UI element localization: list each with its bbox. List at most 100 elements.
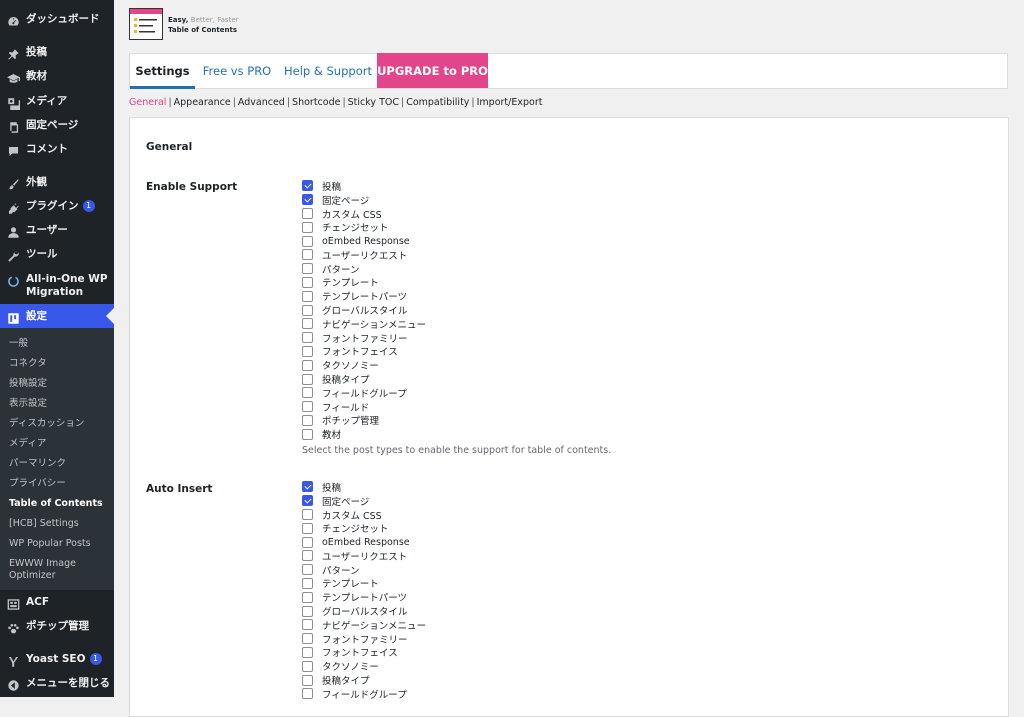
checkbox-option[interactable]: フォントフェイス [302, 345, 426, 358]
checkbox-unchecked[interactable] [302, 633, 313, 645]
checkbox-option[interactable]: ユーザーリクエスト [302, 248, 426, 262]
checkbox-unchecked[interactable] [302, 564, 313, 576]
submenu-item-hcb-settings[interactable]: [HCB] Settings [9, 518, 79, 530]
checkbox-option[interactable]: ユーザーリクエスト [302, 549, 426, 563]
submenu-item-media[interactable]: メディア [9, 438, 46, 450]
sidebar-item-pochipp[interactable]: ポチップ管理 [0, 620, 114, 635]
checkbox-option[interactable]: 固定ページ [302, 494, 426, 508]
checkbox-unchecked[interactable] [302, 401, 313, 413]
submenu-item-writing[interactable]: 投稿設定 [9, 378, 47, 390]
checkbox-checked[interactable] [302, 481, 313, 493]
checkbox-unchecked[interactable] [302, 221, 313, 233]
checkbox-unchecked[interactable] [302, 235, 313, 247]
submenu-item-connectors[interactable]: コネクタ [9, 358, 47, 370]
checkbox-unchecked[interactable] [302, 290, 313, 302]
tab-upgrade-to-pro[interactable]: UPGRADE to PRO [377, 53, 488, 88]
checkbox-option[interactable]: ナビゲーションメニュー [302, 317, 426, 331]
sidebar-item-posts[interactable]: 投稿 [0, 46, 114, 61]
checkbox-unchecked[interactable] [302, 591, 313, 603]
sidebar-item-dashboard[interactable]: ダッシュボード [0, 13, 114, 28]
submenu-item-privacy[interactable]: プライバシー [9, 478, 66, 490]
subnav-sticky-toc[interactable]: Sticky TOC [348, 97, 399, 108]
subnav-import-export[interactable]: Import/Export [477, 97, 543, 108]
sidebar-item-plugins[interactable]: プラグイン 1 [0, 200, 114, 215]
checkbox-unchecked[interactable] [302, 550, 313, 562]
sidebar-item-migration[interactable]: All-in-One WP Migration [0, 273, 114, 299]
checkbox-unchecked[interactable] [302, 345, 313, 357]
submenu-item-general[interactable]: 一般 [9, 338, 28, 350]
checkbox-unchecked[interactable] [302, 249, 313, 261]
checkbox-option[interactable]: グローバルスタイル [302, 303, 426, 317]
submenu-item-discussion[interactable]: ディスカッション [9, 418, 84, 430]
subnav-general[interactable]: General [129, 97, 166, 108]
submenu-item-table-of-contents[interactable]: Table of Contents [9, 498, 103, 510]
checkbox-option[interactable]: テンプレート [302, 276, 426, 289]
submenu-item-ewww[interactable]: EWWW Image Optimizer [9, 558, 105, 582]
checkbox-option[interactable]: 投稿タイプ [302, 372, 426, 386]
checkbox-option[interactable]: 固定ページ [302, 193, 426, 207]
checkbox-option[interactable]: パターン [302, 563, 426, 577]
checkbox-option[interactable]: テンプレートパーツ [302, 590, 426, 604]
checkbox-option[interactable]: ナビゲーションメニュー [302, 618, 426, 632]
sidebar-item-media[interactable]: メディア [0, 95, 114, 110]
sidebar-item-appearance[interactable]: 外観 [0, 176, 114, 191]
checkbox-option[interactable]: グローバルスタイル [302, 604, 426, 618]
checkbox-option[interactable]: チェンジセット [302, 521, 426, 535]
checkbox-unchecked[interactable] [302, 373, 313, 385]
checkbox-option[interactable]: チェンジセット [302, 220, 426, 234]
checkbox-unchecked[interactable] [302, 359, 313, 371]
checkbox-unchecked[interactable] [302, 207, 313, 219]
sidebar-item-tools[interactable]: ツール [0, 248, 114, 263]
checkbox-option[interactable]: フォントファミリー [302, 632, 426, 646]
checkbox-checked[interactable] [302, 194, 313, 206]
checkbox-unchecked[interactable] [302, 674, 313, 686]
submenu-item-permalinks[interactable]: パーマリンク [9, 458, 66, 470]
checkbox-option[interactable]: パターン [302, 262, 426, 276]
checkbox-option[interactable]: カスタム CSS [302, 207, 426, 221]
checkbox-option[interactable]: oEmbed Response [302, 535, 426, 549]
submenu-item-wp-popular-posts[interactable]: WP Popular Posts [9, 538, 91, 550]
sidebar-item-comments[interactable]: コメント [0, 143, 114, 158]
checkbox-unchecked[interactable] [302, 660, 313, 672]
checkbox-unchecked[interactable] [302, 276, 313, 288]
checkbox-option[interactable]: ポチップ管理 [302, 414, 426, 427]
subnav-shortcode[interactable]: Shortcode [292, 97, 340, 108]
checkbox-option[interactable]: 投稿 [302, 480, 426, 494]
sidebar-item-pages[interactable]: 固定ページ [0, 119, 114, 134]
checkbox-option[interactable]: フィールドグループ [302, 386, 426, 400]
checkbox-option[interactable]: フィールドグループ [302, 687, 426, 701]
sidebar-item-acf[interactable]: ACF [0, 596, 114, 611]
checkbox-unchecked[interactable] [302, 387, 313, 399]
checkbox-unchecked[interactable] [302, 304, 313, 316]
tab-free-vs-pro[interactable]: Free vs PRO [196, 54, 278, 88]
sidebar-item-yoast[interactable]: Yoast SEO 1 [0, 653, 114, 668]
checkbox-option[interactable]: カスタム CSS [302, 508, 426, 522]
checkbox-option[interactable]: フォントファミリー [302, 331, 426, 345]
checkbox-unchecked[interactable] [302, 263, 313, 275]
checkbox-unchecked[interactable] [302, 536, 313, 548]
checkbox-checked[interactable] [302, 180, 313, 192]
checkbox-unchecked[interactable] [302, 619, 313, 631]
submenu-item-reading[interactable]: 表示設定 [9, 398, 47, 410]
checkbox-unchecked[interactable] [302, 688, 313, 700]
checkbox-unchecked[interactable] [302, 332, 313, 344]
checkbox-option[interactable]: 投稿タイプ [302, 673, 426, 687]
checkbox-checked[interactable] [302, 495, 313, 507]
checkbox-option[interactable]: タクソノミー [302, 358, 426, 372]
checkbox-option[interactable]: 教材 [302, 427, 426, 441]
checkbox-option[interactable]: 投稿 [302, 179, 426, 193]
subnav-appearance[interactable]: Appearance [174, 97, 231, 108]
checkbox-unchecked[interactable] [302, 508, 313, 520]
checkbox-option[interactable]: テンプレート [302, 577, 426, 590]
collapse-menu-button[interactable]: メニューを閉じる [0, 677, 114, 692]
checkbox-unchecked[interactable] [302, 414, 313, 426]
checkbox-unchecked[interactable] [302, 522, 313, 534]
checkbox-unchecked[interactable] [302, 318, 313, 330]
checkbox-unchecked[interactable] [302, 605, 313, 617]
checkbox-option[interactable]: フィールド [302, 400, 426, 414]
checkbox-option[interactable]: フォントフェイス [302, 646, 426, 659]
checkbox-unchecked[interactable] [302, 428, 313, 440]
sidebar-item-lessons[interactable]: 教材 [0, 70, 114, 85]
checkbox-option[interactable]: テンプレートパーツ [302, 289, 426, 303]
subnav-compatibility[interactable]: Compatibility [406, 97, 469, 108]
